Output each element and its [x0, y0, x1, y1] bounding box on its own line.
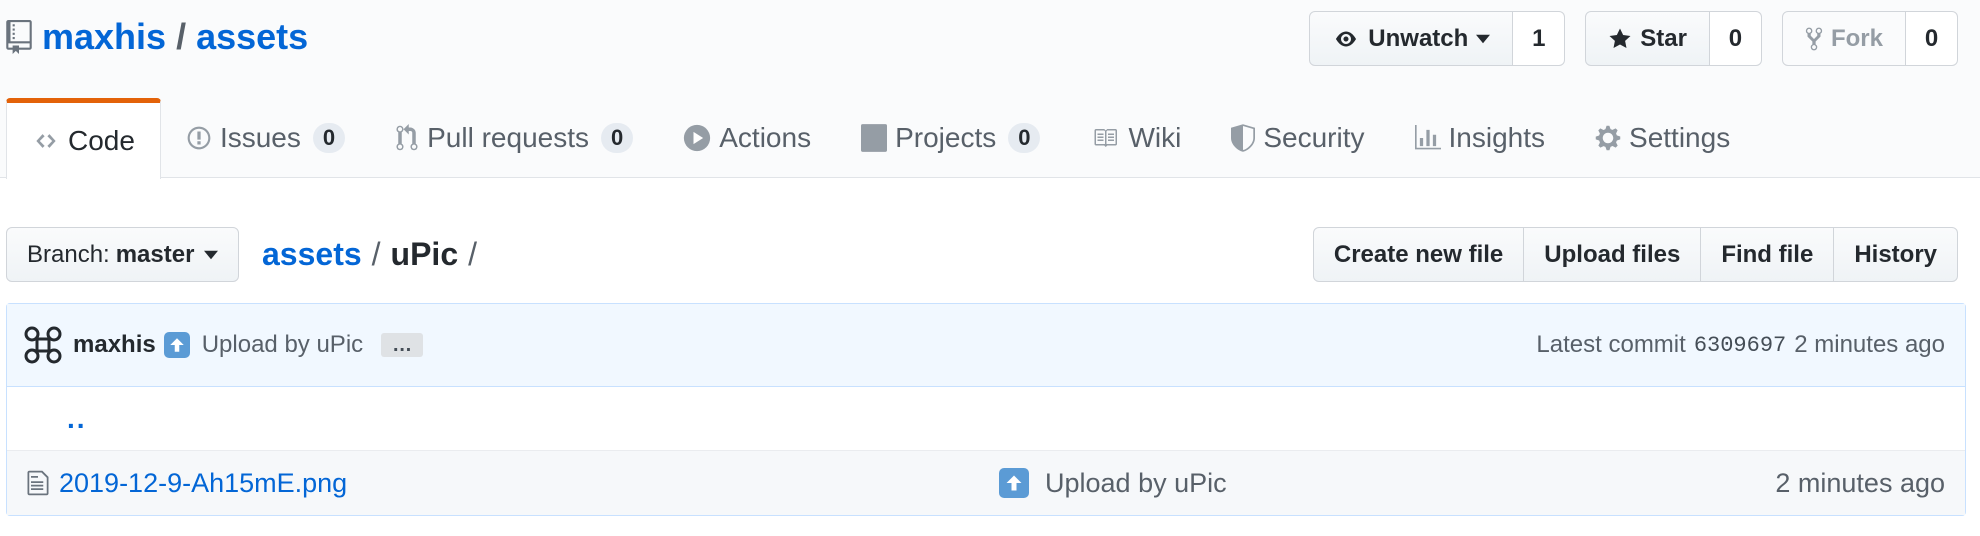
breadcrumb-current: uPic [390, 235, 459, 272]
pull-request-icon [396, 124, 418, 151]
commit-message-link[interactable]: Upload by uPic [202, 331, 363, 359]
pagehead-actions: Unwatch 1 Star 0 Fork 0 [1309, 11, 1958, 66]
up-arrow-emoji-icon [163, 332, 190, 358]
tab-settings-label: Settings [1629, 122, 1731, 153]
play-icon [684, 124, 711, 152]
latest-commit-info: Latest commit 6309697 2 minutes ago [1536, 331, 1945, 359]
tab-actions[interactable]: Actions [658, 98, 836, 178]
tab-code[interactable]: Code [6, 98, 161, 179]
eye-icon [1336, 31, 1357, 46]
star-button[interactable]: Star [1585, 11, 1710, 66]
tab-pull-requests[interactable]: Pull requests 0 [370, 98, 658, 178]
commit-author-link[interactable]: maxhis [73, 331, 156, 359]
commit-sha-link[interactable]: 6309697 [1694, 333, 1786, 358]
branch-name: master [115, 240, 195, 268]
forks-count[interactable]: 0 [1906, 11, 1958, 66]
tab-actions-label: Actions [719, 122, 812, 153]
branch-select-button[interactable]: Branch: master [6, 227, 240, 282]
star-group: Star 0 [1585, 11, 1762, 66]
file-actions: Create new file Upload files Find file H… [1312, 227, 1958, 282]
caret-down-icon [204, 250, 219, 259]
issue-icon [187, 126, 211, 150]
stargazers-count[interactable]: 0 [1709, 11, 1762, 66]
repo-nav: Code Issues 0 Pull requests 0 Actions Pr… [6, 98, 1755, 179]
caret-down-icon [1476, 34, 1491, 43]
watch-group: Unwatch 1 [1309, 11, 1566, 66]
tab-wiki[interactable]: Wiki [1065, 98, 1206, 178]
tab-issues-label: Issues [219, 122, 301, 153]
breadcrumb-separator: / [371, 235, 381, 272]
fork-button[interactable]: Fork [1781, 11, 1906, 66]
avatar[interactable] [23, 325, 63, 365]
tab-projects[interactable]: Projects 0 [836, 98, 1065, 178]
tab-issues[interactable]: Issues 0 [161, 98, 370, 178]
repo-name-link[interactable]: assets [196, 16, 308, 58]
file-table: maxhis Upload by uPic … Latest commit 63… [6, 303, 1966, 516]
tab-wiki-label: Wiki [1128, 122, 1182, 153]
star-icon [1609, 28, 1631, 48]
tab-insights-label: Insights [1448, 122, 1546, 153]
unwatch-button[interactable]: Unwatch [1309, 11, 1514, 66]
star-label: Star [1640, 24, 1687, 52]
watchers-count[interactable]: 1 [1513, 11, 1566, 66]
latest-commit-label: Latest commit [1536, 331, 1686, 358]
graph-icon [1414, 125, 1441, 150]
file-age: 2 minutes ago [1775, 467, 1945, 498]
repo-header: maxhis / assets Unwatch 1 Star 0 Fork 0 [0, 0, 1980, 179]
book-icon [1094, 129, 1118, 147]
tab-insights[interactable]: Insights [1390, 98, 1571, 178]
tab-projects-label: Projects [895, 122, 997, 153]
shield-icon [1231, 124, 1256, 152]
parent-directory-link[interactable]: .. [67, 403, 87, 435]
tab-code-label: Code [68, 125, 135, 156]
project-icon [861, 124, 888, 152]
path-separator: / [176, 16, 187, 57]
code-icon [36, 134, 56, 148]
tab-security-label: Security [1263, 122, 1365, 153]
create-new-file-button[interactable]: Create new file [1312, 227, 1525, 282]
table-row: 2019-12-9-Ah15mE.png Upload by uPic 2 mi… [7, 451, 1965, 515]
fork-label: Fork [1830, 24, 1883, 52]
tab-security[interactable]: Security [1206, 98, 1389, 178]
commit-tease: maxhis Upload by uPic … Latest commit 63… [7, 304, 1965, 387]
tab-pull-requests-label: Pull requests [427, 122, 589, 153]
commit-age: 2 minutes ago [1794, 331, 1945, 358]
repo-title: maxhis / assets [6, 14, 308, 60]
fork-icon [1805, 27, 1823, 50]
pull-requests-counter: 0 [601, 123, 634, 153]
commit-ellipsis-button[interactable]: … [381, 333, 424, 357]
branch-prefix: Branch: [27, 240, 110, 268]
projects-counter: 0 [1008, 123, 1041, 153]
unwatch-label: Unwatch [1368, 24, 1469, 52]
tab-settings[interactable]: Settings [1570, 98, 1755, 178]
fork-group: Fork 0 [1781, 11, 1958, 66]
issues-counter: 0 [312, 123, 346, 153]
repo-icon [6, 20, 32, 54]
parent-directory-row[interactable]: .. [7, 387, 1965, 451]
file-icon [27, 470, 49, 496]
breadcrumb: assets / uPic / [262, 230, 487, 278]
up-arrow-emoji-icon [999, 468, 1029, 498]
repo-owner-link[interactable]: maxhis [42, 16, 166, 58]
upload-files-button[interactable]: Upload files [1524, 227, 1702, 282]
find-file-button[interactable]: Find file [1701, 227, 1835, 282]
file-commit-message-link[interactable]: Upload by uPic [1045, 468, 1227, 499]
file-commit-message: Upload by uPic [999, 468, 1227, 499]
breadcrumb-trailing-separator: / [468, 235, 477, 272]
history-button[interactable]: History [1834, 227, 1958, 282]
breadcrumb-root-link[interactable]: assets [262, 236, 362, 273]
file-name-link[interactable]: 2019-12-9-Ah15mE.png [59, 468, 999, 499]
gear-icon [1595, 125, 1621, 151]
